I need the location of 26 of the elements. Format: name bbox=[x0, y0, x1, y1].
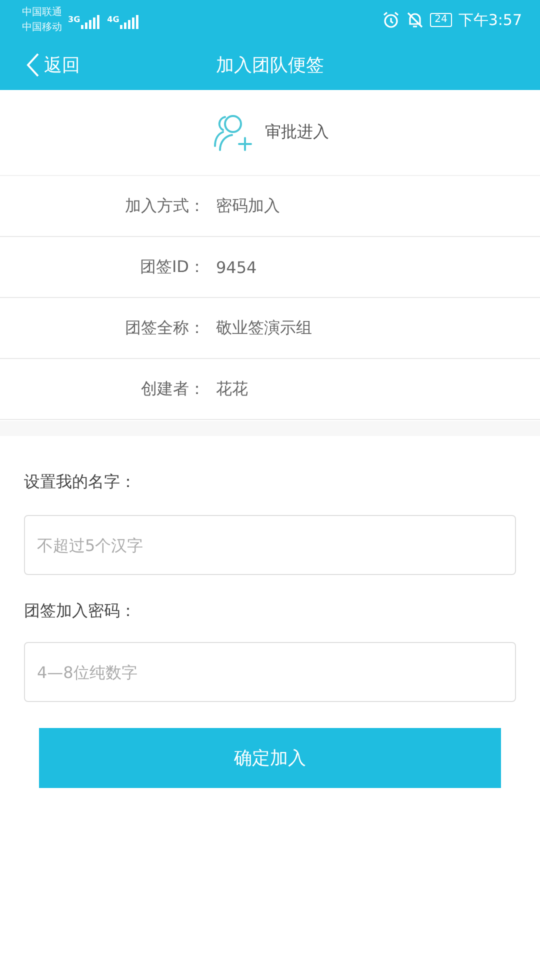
confirm-join-button[interactable]: 确定加入 bbox=[39, 728, 501, 788]
input-field[interactable]: 不超过5个汉字 bbox=[24, 515, 516, 575]
input-field[interactable]: 4—8位纯数字 bbox=[24, 642, 516, 702]
info-value: 敬业签演示组 bbox=[216, 318, 312, 338]
network-type: 3G bbox=[68, 15, 80, 24]
page-title: 加入团队便签 bbox=[216, 55, 324, 76]
carrier-name: 中国联通 bbox=[22, 6, 62, 20]
info-value: 花花 bbox=[216, 378, 248, 400]
approval-entry-link[interactable]: 审批进入 bbox=[265, 122, 329, 143]
info-label: 加入方式： bbox=[124, 196, 205, 216]
chevron-left-icon bbox=[26, 52, 40, 78]
info-value: 9454 bbox=[216, 258, 257, 276]
info-label: 团签全称： bbox=[124, 318, 205, 338]
info-label: 创建者： bbox=[140, 378, 205, 400]
add-users-icon[interactable] bbox=[211, 112, 253, 152]
alarm-clock-icon bbox=[382, 11, 400, 29]
carrier-name: 中国移动 bbox=[22, 20, 62, 35]
field-label: 设置我的名字： bbox=[24, 472, 137, 493]
info-value: 密码加入 bbox=[216, 196, 280, 216]
field-label: 团签加入密码： bbox=[24, 601, 137, 622]
info-label: 团签ID： bbox=[138, 256, 205, 278]
network-type: 4G bbox=[107, 15, 120, 24]
back-button[interactable]: 返回 bbox=[26, 52, 80, 78]
clock-time: 下午3:57 bbox=[458, 10, 522, 30]
bell-muted-icon bbox=[406, 11, 424, 29]
battery-level: 24 bbox=[430, 13, 452, 27]
